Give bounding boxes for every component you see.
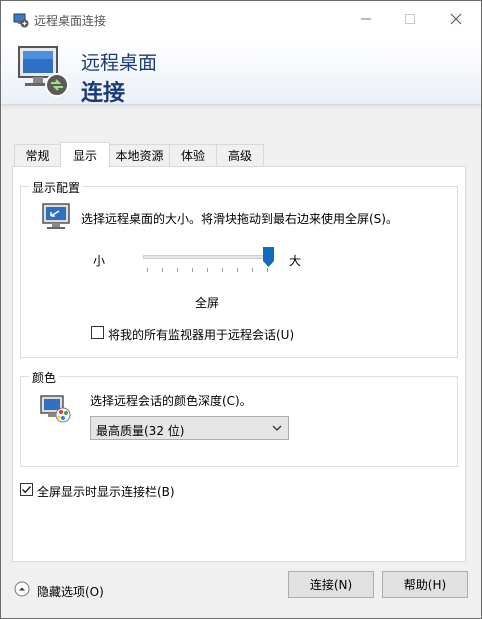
- banner-subtitle: 连接: [81, 81, 126, 106]
- color-depth-description: 选择远程会话的颜色深度(C)。: [90, 394, 252, 408]
- remote-desktop-window: 远程桌面连接 远程桌面 连接 常规 显示 本地资源 体验 高级 显示配置 选择远…: [0, 0, 482, 619]
- color-depth-select[interactable]: 最高质量(32 位): [90, 416, 289, 440]
- slider-tick: [237, 268, 238, 272]
- minimize-button[interactable]: [343, 1, 389, 37]
- slider-value-label: 全屏: [195, 296, 220, 310]
- remote-desktop-monitor-icon: [15, 43, 71, 99]
- slider-min-label: 小: [93, 254, 106, 268]
- multi-monitor-label[interactable]: 将我的所有监视器用于远程会话(U): [108, 326, 294, 343]
- slider-tick: [192, 268, 193, 272]
- tab-general[interactable]: 常规: [14, 144, 61, 166]
- display-settings-icon: [41, 201, 73, 233]
- maximize-button[interactable]: [387, 1, 433, 37]
- display-size-slider-track[interactable]: [143, 255, 271, 259]
- tab-advanced[interactable]: 高级: [216, 144, 264, 166]
- connect-button[interactable]: 连接(N): [288, 571, 374, 598]
- slider-tick: [222, 268, 223, 272]
- header-banner: 远程桌面 连接: [1, 37, 481, 106]
- display-size-slider-thumb[interactable]: [263, 247, 274, 267]
- tab-local-resources[interactable]: 本地资源: [109, 144, 170, 166]
- slider-tick: [177, 268, 178, 272]
- color-depth-value: 最高质量(32 位): [96, 424, 185, 438]
- tab-display[interactable]: 显示: [60, 142, 110, 167]
- hide-options-label[interactable]: 隐藏选项(O): [37, 583, 104, 600]
- window-title: 远程桌面连接: [34, 14, 107, 28]
- connection-bar-checkbox[interactable]: [20, 483, 33, 496]
- banner-title: 远程桌面: [81, 52, 158, 74]
- title-bar: 远程桌面连接: [1, 1, 481, 37]
- slider-max-label: 大: [289, 254, 302, 268]
- slider-tick: [207, 268, 208, 272]
- colors-title: 颜色: [29, 369, 60, 386]
- remote-desktop-icon: [13, 12, 29, 28]
- chevron-up-icon[interactable]: [14, 581, 30, 597]
- display-config-title: 显示配置: [29, 179, 84, 196]
- slider-tick: [252, 268, 253, 272]
- slider-tick: [162, 268, 163, 272]
- chevron-down-icon: [270, 421, 284, 435]
- connection-bar-label[interactable]: 全屏显示时显示连接栏(B): [37, 483, 175, 500]
- color-depth-icon: [39, 393, 71, 425]
- banner-divider: [1, 105, 481, 109]
- multi-monitor-checkbox[interactable]: [91, 326, 104, 339]
- slider-tick: [147, 268, 148, 272]
- help-button[interactable]: 帮助(H): [382, 571, 468, 598]
- slider-tick: [267, 268, 268, 272]
- display-size-description: 选择远程桌面的大小。将滑块拖动到最右边来使用全屏(S)。: [81, 212, 398, 226]
- close-button[interactable]: [433, 1, 479, 37]
- tab-experience[interactable]: 体验: [169, 144, 217, 166]
